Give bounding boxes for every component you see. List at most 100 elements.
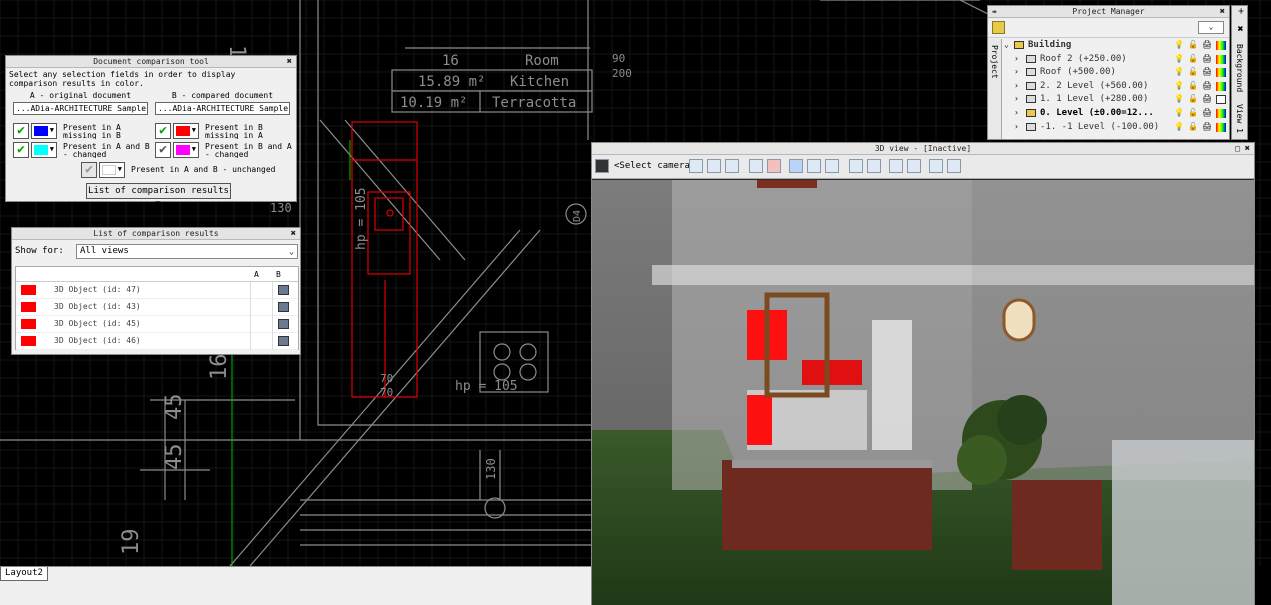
column-a-label: A [254, 270, 259, 279]
object-icon [278, 285, 289, 295]
section-icon[interactable] [849, 159, 863, 173]
document-a-field[interactable]: ...ADia-ARCHITECTURE Sample 2 [13, 102, 148, 115]
material-icon[interactable] [907, 159, 921, 173]
option-ab-changed: ✔ ▼ Present in A and B - changed [13, 142, 153, 158]
option-unchanged: ✔ ▼ Present in A and B - unchanged [81, 162, 291, 178]
color-select-a-missing[interactable]: ▼ [31, 123, 57, 139]
new-item-icon[interactable] [992, 21, 1005, 34]
3d-render-scene[interactable] [592, 180, 1254, 605]
pin-icon[interactable]: ⇹ [992, 6, 997, 18]
export-icon[interactable] [947, 159, 961, 173]
close-icon[interactable]: ✖ [1220, 6, 1225, 18]
tree-item-level-1[interactable]: › 1. 1 Level (+280.00) 💡 🔓 🖨 [1004, 93, 1228, 107]
tree-item-level-2[interactable]: › 2. 2 Level (+560.00) 💡 🔓 🖨 [1004, 80, 1228, 94]
elevation-icon[interactable] [867, 159, 881, 173]
close-icon[interactable]: ✖ [287, 56, 292, 68]
comparison-results-titlebar[interactable]: List of comparison results ✖ [12, 228, 300, 240]
table-row[interactable]: 3D Object (id: 47) [16, 282, 298, 299]
project-manager-panel: ⇹ Project Manager ✖ ⌄ Project ⌄ Building 💡… [987, 5, 1230, 140]
tree-item-roof-2[interactable]: › Roof 2 (+250.00) 💡 🔓 🖨 [1004, 53, 1228, 67]
cad-dim-70a: 70 [380, 372, 393, 385]
close-icon[interactable]: ✖ [1245, 143, 1250, 155]
checkbox-a-missing[interactable]: ✔ [13, 123, 29, 139]
filter-dropdown[interactable]: ⌄ [1198, 21, 1224, 34]
project-manager-titlebar[interactable]: ⇹ Project Manager ✖ [988, 6, 1229, 18]
close-icon[interactable]: ✖ [291, 228, 296, 240]
comparison-results-title: List of comparison results [93, 229, 219, 238]
document-comparison-title: Document comparison tool [93, 57, 209, 66]
tree-item-building[interactable]: ⌄ Building 💡 🔓 🖨 [1004, 39, 1228, 53]
close-icon[interactable]: ✖ [1235, 24, 1246, 35]
right-dock-tabs: + ✖ Background View 1 [1231, 5, 1248, 140]
color-select-b-missing[interactable]: ▼ [173, 123, 199, 139]
option-b-missing: ✔ ▼ Present in B missing in A [155, 123, 295, 139]
tree-item-level-minus-1[interactable]: › -1. -1 Level (-100.00) 💡 🔓 🖨 [1004, 121, 1228, 135]
color-select-ba-changed[interactable]: ▼ [173, 142, 199, 158]
cad-room-label: Room [525, 53, 559, 69]
checkbox-b-missing[interactable]: ✔ [155, 123, 171, 139]
cad-dim-45a: 45 [162, 394, 187, 421]
view-mode-icon[interactable] [749, 159, 763, 173]
camera-icon[interactable] [595, 159, 609, 173]
table-row[interactable]: 3D Object (id: 43) [16, 299, 298, 316]
zoom-fit-icon[interactable] [725, 159, 739, 173]
project-side-tab[interactable]: Project [988, 39, 1002, 139]
results-list-header: A B [16, 267, 298, 282]
rotate-icon[interactable] [689, 159, 703, 173]
color-swatch [21, 285, 36, 295]
table-row[interactable]: 3D Object (id: 46) [16, 333, 298, 350]
tree-item-roof[interactable]: › Roof (+500.00) 💡 🔓 🖨 [1004, 66, 1228, 80]
background-tab[interactable]: Background [1235, 44, 1244, 92]
results-list: A B 3D Object (id: 47) 3D Object (id: 43… [15, 266, 299, 350]
cad-dim-130: 130 [270, 201, 292, 215]
color-select-unchanged[interactable]: ▼ [99, 162, 125, 178]
cad-dim-70b: 70 [380, 386, 393, 399]
cad-area-2: 10.19 m² [400, 95, 467, 111]
cad-hp-label-1: hp = 105 [354, 187, 369, 250]
view-1-tab[interactable]: View 1 [1235, 104, 1244, 133]
cad-area: 15.89 m² [418, 74, 485, 90]
color-swatch [21, 336, 36, 346]
option-ba-changed: ✔ ▼ Present in B and A - changed [155, 142, 295, 158]
cad-hp-label-2: hp = 105 [455, 379, 518, 394]
tree-item-level-0[interactable]: › 0. Level (±0.00=12... 💡 🔓 🖨 [1004, 107, 1228, 121]
render-icon[interactable] [767, 159, 781, 173]
document-comparison-panel: Document comparison tool ✖ Select any se… [5, 55, 297, 210]
zoom-window-icon[interactable] [707, 159, 721, 173]
cad-dim-16: 16 [207, 354, 232, 381]
object-icon [278, 302, 289, 312]
3d-view-titlebar[interactable]: 3D view - [Inactive] □ ✖ [592, 143, 1254, 155]
cad-room-number: 16 [442, 53, 459, 69]
table-row[interactable]: 3D Object (id: 45) [16, 316, 298, 333]
walk-icon[interactable] [789, 159, 803, 173]
option-a-missing-label: Present in A missing in B [63, 124, 121, 139]
plus-icon[interactable]: + [1235, 8, 1246, 14]
column-a-header: A - original document [29, 91, 132, 100]
cad-floor-finish: Terracotta [492, 95, 576, 111]
light-icon[interactable] [889, 159, 903, 173]
checkbox-ba-changed[interactable]: ✔ [155, 142, 171, 158]
color-select-ab-changed[interactable]: ▼ [31, 142, 57, 158]
checkbox-ab-changed[interactable]: ✔ [13, 142, 29, 158]
orbit-icon[interactable] [825, 159, 839, 173]
checkbox-unchanged[interactable]: ✔ [81, 162, 97, 178]
cad-door-tag: D4 [572, 210, 583, 222]
list-comparison-results-button[interactable]: List of comparison results ⧉ [86, 183, 231, 210]
layout2-tab[interactable]: Layout2 [0, 567, 48, 581]
restore-icon[interactable]: □ [1235, 143, 1240, 155]
option-unchanged-label: Present in A and B - unchanged [131, 166, 276, 174]
chevron-down-icon: ⌄ [289, 247, 294, 256]
settings-icon[interactable] [929, 159, 943, 173]
option-b-missing-label: Present in B missing in A [205, 124, 263, 139]
project-manager-title: Project Manager [1072, 7, 1145, 16]
object-icon [278, 336, 289, 346]
comparison-results-panel: List of comparison results ✖ Show for: A… [11, 227, 301, 355]
fly-icon[interactable] [807, 159, 821, 173]
document-comparison-titlebar[interactable]: Document comparison tool ✖ [6, 56, 296, 68]
show-for-select[interactable]: All views ⌄ [76, 244, 298, 259]
3d-view-window: 3D view - [Inactive] □ ✖ <Select camera> [591, 142, 1255, 605]
comparison-description: Select any selection fields in order to … [9, 70, 236, 88]
option-a-missing: ✔ ▼ Present in A missing in B [13, 123, 153, 139]
document-b-field[interactable]: ...ADia-ARCHITECTURE Sample 2 [155, 102, 290, 115]
camera-select[interactable]: <Select camera> [614, 161, 695, 171]
